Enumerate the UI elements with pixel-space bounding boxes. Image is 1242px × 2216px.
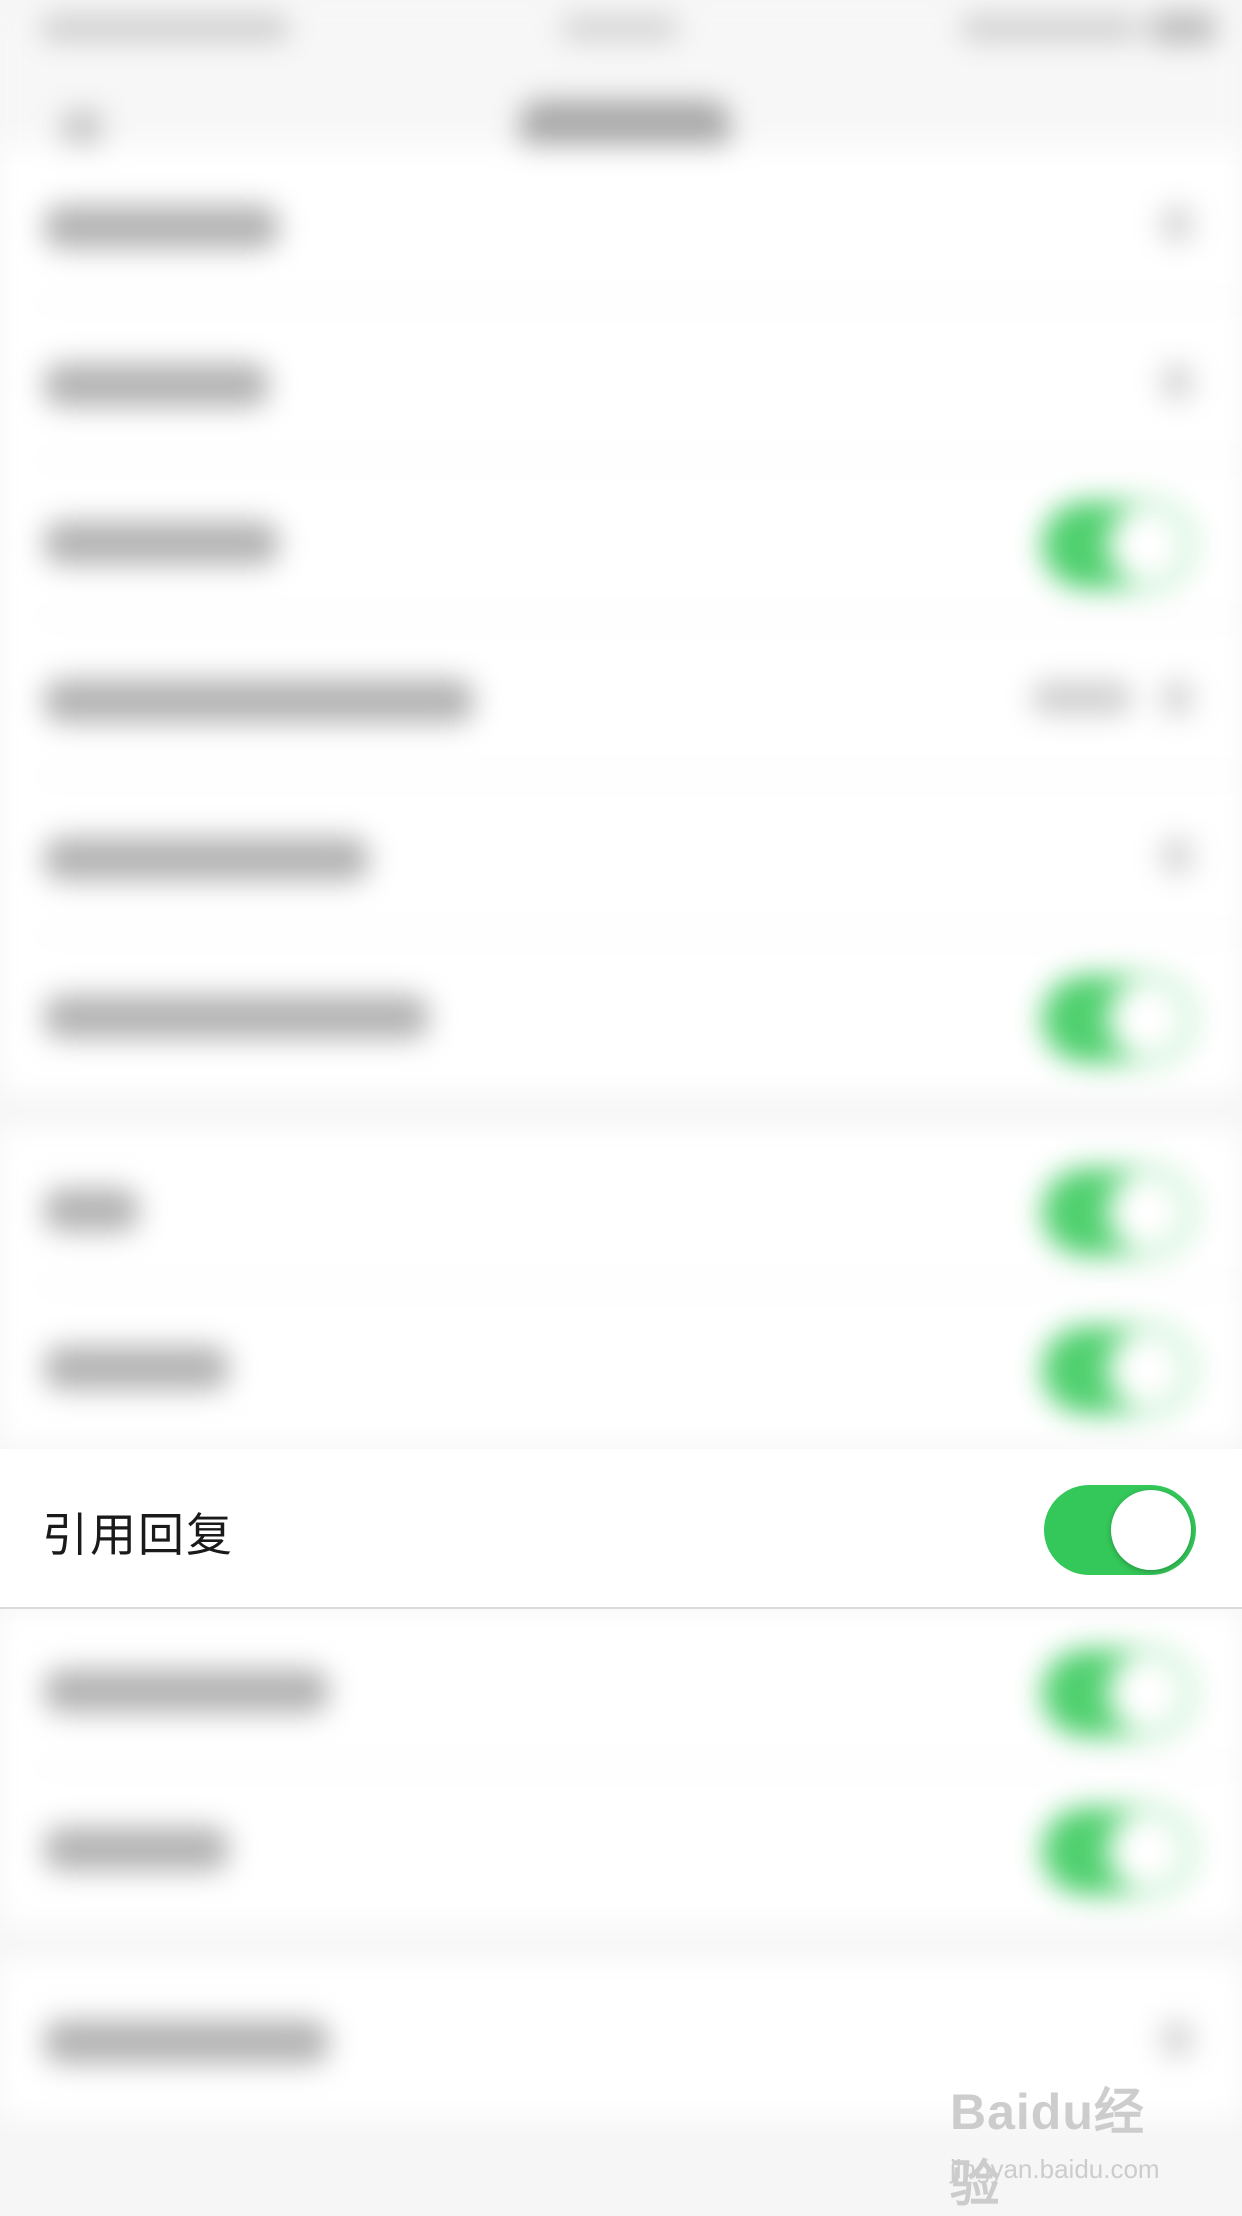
toggle-switch[interactable]	[1042, 501, 1192, 589]
status-time	[560, 14, 680, 42]
row-label	[44, 363, 269, 407]
chevron-right-icon	[1162, 839, 1192, 873]
settings-row-5[interactable]	[0, 777, 1242, 935]
toggle-knob	[1111, 1490, 1191, 1570]
settings-row-9[interactable]	[0, 1609, 1242, 1767]
toggle-switch[interactable]	[1042, 975, 1192, 1063]
row-label	[44, 1669, 329, 1713]
settings-row-3[interactable]	[0, 461, 1242, 619]
chevron-right-icon	[1162, 365, 1192, 399]
quote-reply-toggle[interactable]	[1044, 1485, 1196, 1575]
chevron-right-icon	[1162, 2022, 1192, 2056]
row-label	[44, 205, 279, 249]
row-label	[44, 521, 279, 565]
toggle-switch[interactable]	[1042, 1326, 1192, 1414]
row-label	[44, 837, 369, 881]
chevron-right-icon	[1162, 681, 1192, 715]
quote-reply-row[interactable]: 引用回复	[0, 1449, 1242, 1609]
baidu-watermark: Baidu经验 jingyan.baidu.com	[950, 2072, 1180, 2212]
row-label	[44, 679, 474, 723]
carrier-signal	[40, 14, 290, 42]
settings-row-7[interactable]	[0, 1128, 1242, 1286]
watermark-url: jingyan.baidu.com	[950, 2154, 1160, 2184]
settings-row-10[interactable]	[0, 1767, 1242, 1925]
status-indicators	[960, 14, 1140, 42]
baidu-logo: Baidu经验	[950, 2084, 1145, 2212]
chevron-right-icon	[1162, 207, 1192, 241]
battery-icon	[1150, 12, 1216, 44]
settings-row-4[interactable]	[0, 619, 1242, 777]
row-value	[1032, 681, 1132, 715]
row-label	[44, 995, 429, 1039]
settings-row-8[interactable]	[0, 1286, 1242, 1444]
quote-reply-label: 引用回复	[42, 1508, 234, 1562]
toggle-switch[interactable]	[1042, 1649, 1192, 1737]
row-label	[44, 1827, 229, 1871]
row-label	[44, 2020, 329, 2064]
toggle-switch[interactable]	[1042, 1807, 1192, 1895]
row-label	[44, 1188, 139, 1232]
blurred-background	[0, 0, 1242, 2208]
back-arrow-icon[interactable]	[62, 110, 102, 150]
status-bar	[0, 0, 1242, 60]
row-label	[44, 1346, 229, 1390]
toggle-switch[interactable]	[1042, 1168, 1192, 1256]
settings-row-1[interactable]	[0, 145, 1242, 303]
settings-row-2[interactable]	[0, 303, 1242, 461]
settings-row-6[interactable]	[0, 935, 1242, 1093]
